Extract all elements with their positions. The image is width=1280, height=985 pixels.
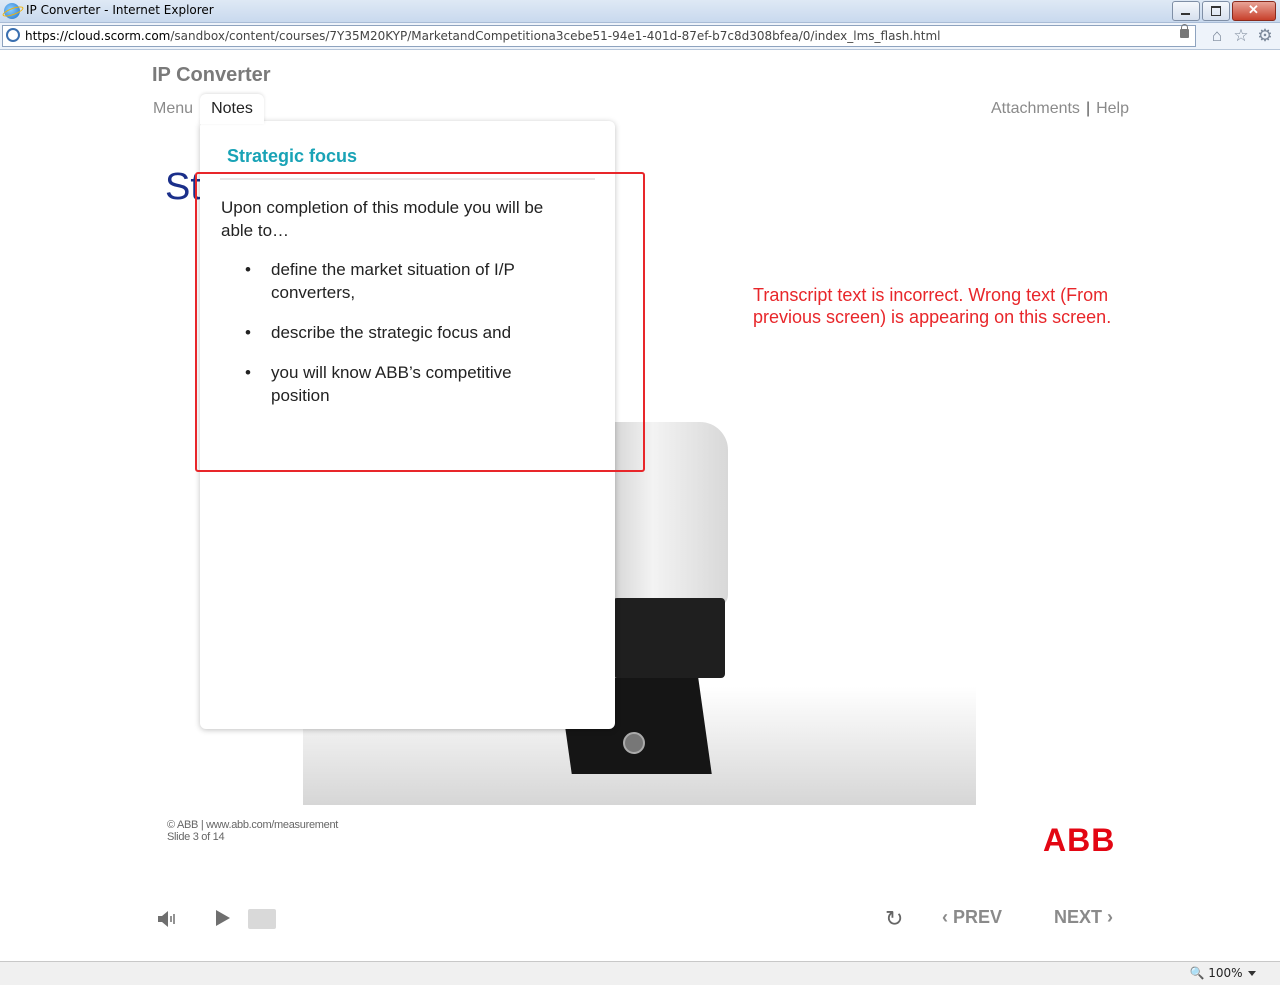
window-title: IP Converter - Internet Explorer (26, 3, 214, 17)
top-links: Attachments | Help (991, 100, 1129, 118)
site-icon (6, 28, 20, 42)
prev-label: PREV (953, 907, 1003, 927)
restore-button[interactable] (1202, 1, 1230, 21)
url-text: https://cloud.scorm.com/sandbox/content/… (25, 29, 940, 43)
copyright-text: © ABB | www.abb.com/measurement (167, 819, 339, 831)
next-label: NEXT (1054, 907, 1103, 927)
slide-counter: Slide 3 of 14 (167, 831, 225, 843)
window-controls (1172, 1, 1276, 21)
prev-button[interactable]: ‹ PREV (942, 907, 1002, 928)
replay-icon[interactable]: ↻ (885, 906, 903, 932)
link-separator: | (1085, 100, 1091, 117)
converter-port (623, 732, 645, 754)
player-controls: ↻ ‹ PREV NEXT › (0, 900, 1280, 940)
speaker-icon[interactable] (157, 910, 177, 928)
abb-logo: ABB (1043, 822, 1116, 858)
zoom-value: 100% (1208, 966, 1243, 980)
browser-toolbar-icons: ⌂ ☆ ⚙ (1208, 26, 1274, 46)
notes-heading: Strategic focus (227, 146, 358, 166)
course-title: IP Converter (152, 64, 271, 86)
attachments-link[interactable]: Attachments (991, 100, 1080, 118)
close-button[interactable] (1232, 1, 1276, 21)
play-icon[interactable] (216, 910, 230, 926)
chevron-right-icon: › (1102, 907, 1114, 927)
zoom-dropdown-icon[interactable] (1248, 971, 1256, 976)
help-link[interactable]: Help (1096, 100, 1129, 118)
lock-icon[interactable] (1180, 24, 1189, 38)
next-button[interactable]: NEXT › (1054, 907, 1113, 928)
url-domain: https://cloud.scorm.com (25, 29, 171, 43)
internet-explorer-icon (4, 3, 20, 19)
progress-indicator[interactable] (248, 909, 276, 929)
gear-icon[interactable]: ⚙ (1256, 26, 1274, 46)
annotation-text: Transcript text is incorrect. Wrong text… (753, 285, 1112, 327)
url-field[interactable]: https://cloud.scorm.com/sandbox/content/… (2, 24, 1196, 47)
footer-info: © ABB | www.abb.com/measurement Slide 3 … (167, 819, 338, 843)
address-bar: https://cloud.scorm.com/sandbox/content/… (0, 23, 1280, 50)
tab-menu[interactable]: Menu (153, 100, 193, 118)
status-bar: 🔍 100% (0, 961, 1280, 985)
home-icon[interactable]: ⌂ (1208, 26, 1226, 46)
converter-body (613, 598, 725, 678)
minimize-button[interactable] (1172, 1, 1200, 21)
star-icon[interactable]: ☆ (1232, 26, 1250, 46)
tab-notes[interactable]: Notes (200, 94, 264, 124)
zoom-level[interactable]: 🔍 100% (1189, 966, 1254, 980)
window-titlebar: IP Converter - Internet Explorer (0, 0, 1280, 23)
annotation-highlight-box (195, 172, 645, 472)
url-path: /sandbox/content/courses/7Y35M20KYP/Mark… (170, 29, 941, 43)
chevron-left-icon: ‹ (942, 907, 953, 927)
